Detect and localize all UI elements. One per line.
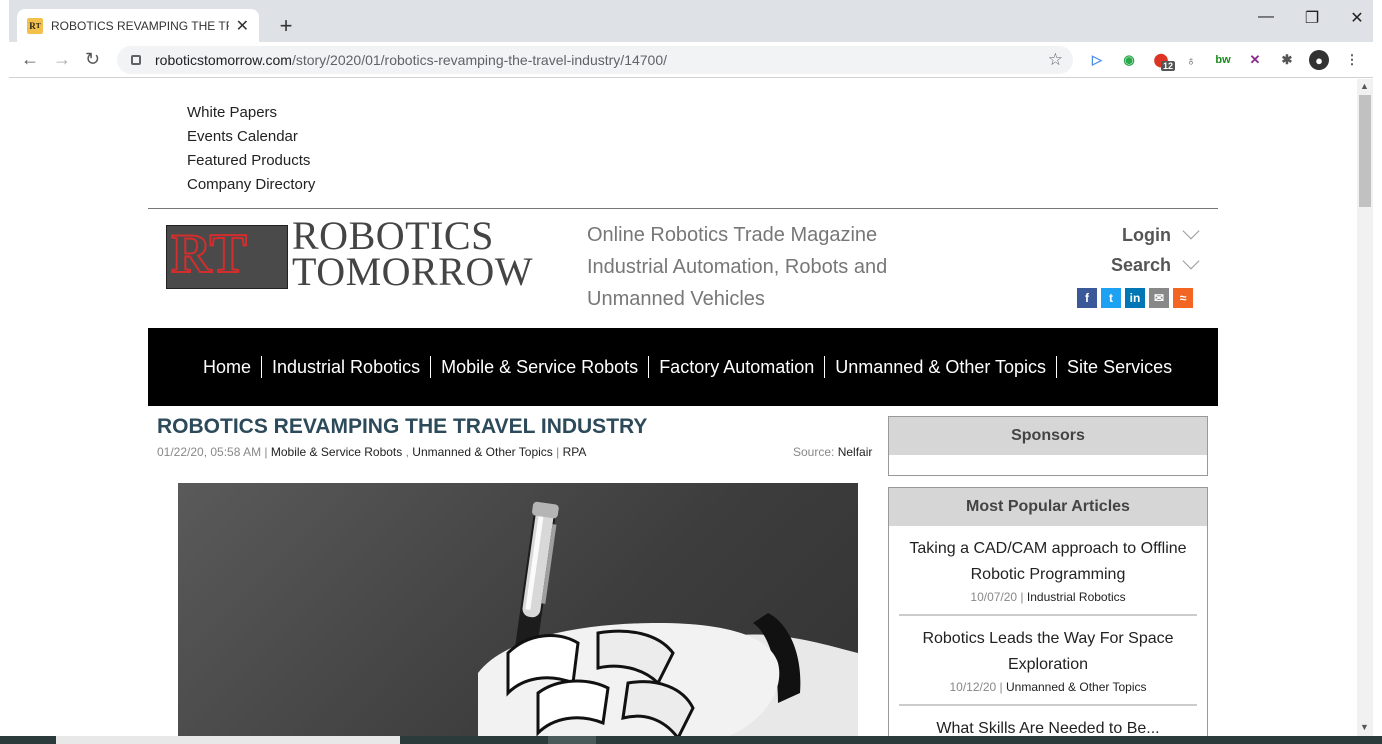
site-logo[interactable]: RT ROBOTICS TOMORROW xyxy=(166,216,558,294)
play-extension-icon[interactable]: ▷ xyxy=(1087,50,1107,70)
chevron-down-icon xyxy=(1182,252,1200,270)
os-taskbar xyxy=(0,736,1382,744)
reload-icon[interactable]: ↻ xyxy=(85,49,100,70)
facebook-icon[interactable]: f xyxy=(1077,288,1097,308)
popular-article-title[interactable]: What Skills Are Needed to Be... xyxy=(899,716,1197,736)
link-company-directory[interactable]: Company Directory xyxy=(187,173,315,197)
category-link[interactable]: Mobile & Service Robots xyxy=(271,445,402,459)
bw-extension-icon[interactable]: bw xyxy=(1213,50,1233,70)
article-meta: 01/22/20, 05:58 AM | Mobile & Service Ro… xyxy=(157,445,587,459)
sponsors-widget: Sponsors xyxy=(888,416,1208,476)
article-source: Source: Nelfair xyxy=(793,445,873,459)
login-toggle[interactable]: Login xyxy=(1111,220,1200,250)
popular-article-title[interactable]: Robotics Leads the Way For Space Explora… xyxy=(899,626,1197,678)
header-divider xyxy=(148,208,1218,209)
browser-tab[interactable]: RT ROBOTICS REVAMPING THE TRA ✕ xyxy=(17,9,259,42)
page-viewport: White Papers Events Calendar Featured Pr… xyxy=(9,79,1357,736)
sponsors-heading: Sponsors xyxy=(889,417,1207,455)
popular-article-meta: 10/07/20 | Industrial Robotics xyxy=(970,590,1126,604)
x-extension-icon[interactable]: ✕ xyxy=(1245,50,1265,70)
puzzle-extensions-icon[interactable]: ✱ xyxy=(1277,50,1297,70)
lock-icon xyxy=(131,55,141,65)
nav-industrial-robotics[interactable]: Industrial Robotics xyxy=(261,356,430,378)
profile-avatar[interactable]: ● xyxy=(1309,50,1329,70)
source-link[interactable]: Nelfair xyxy=(838,445,873,459)
nav-home[interactable]: Home xyxy=(193,356,261,378)
robot-hand-pen-illustration xyxy=(478,501,858,736)
forward-icon[interactable]: → xyxy=(53,49,71,70)
record-extension-icon[interactable]: ◉ xyxy=(1119,50,1139,70)
popular-article-title[interactable]: Taking a CAD/CAM approach to Offline Rob… xyxy=(899,536,1197,588)
twitter-icon[interactable]: t xyxy=(1101,288,1121,308)
tab-strip: RT ROBOTICS REVAMPING THE TRA ✕ + — ❐ ✕ xyxy=(0,0,1382,42)
category-link[interactable]: Unmanned & Other Topics xyxy=(1006,680,1147,694)
sponsors-body xyxy=(889,455,1207,475)
bottle-extension-icon[interactable]: ♁ xyxy=(1181,50,1201,70)
link-white-papers[interactable]: White Papers xyxy=(187,101,315,125)
list-item[interactable]: Taking a CAD/CAM approach to Offline Rob… xyxy=(899,526,1197,616)
page-scrollbar[interactable]: ▲ ▼ xyxy=(1357,79,1373,736)
tab-close-icon[interactable]: ✕ xyxy=(236,16,249,36)
site-tagline: Online Robotics Trade Magazine Industria… xyxy=(587,224,888,310)
bookmark-star-icon[interactable]: ☆ xyxy=(1048,50,1063,70)
category-link[interactable]: RPA xyxy=(563,445,587,459)
linkedin-icon[interactable]: in xyxy=(1125,288,1145,308)
taskbar-app[interactable] xyxy=(56,736,400,744)
chevron-down-icon xyxy=(1182,222,1200,240)
link-events-calendar[interactable]: Events Calendar xyxy=(187,125,315,149)
utility-links: White Papers Events Calendar Featured Pr… xyxy=(187,101,315,197)
new-tab-button[interactable]: + xyxy=(271,11,301,41)
popular-heading: Most Popular Articles xyxy=(889,488,1207,526)
scroll-down-icon[interactable]: ▼ xyxy=(1360,722,1369,732)
main-navigation: Home Industrial Robotics Mobile & Servic… xyxy=(148,328,1218,406)
popular-article-meta: 10/12/20 | Unmanned & Other Topics xyxy=(949,680,1147,694)
rss-icon[interactable]: ≈ xyxy=(1173,288,1193,308)
menu-kebab-icon[interactable]: ⋮ xyxy=(1342,50,1362,70)
scrollbar-thumb[interactable] xyxy=(1359,95,1371,207)
category-link[interactable]: Industrial Robotics xyxy=(1027,590,1126,604)
browser-toolbar: ← → ↻ roboticstomorrow.com/story/2020/01… xyxy=(9,42,1373,78)
logo-mark-icon: RT xyxy=(166,222,288,289)
window-close-button[interactable]: ✕ xyxy=(1337,8,1377,28)
scroll-up-icon[interactable]: ▲ xyxy=(1360,81,1369,91)
minimize-button[interactable]: — xyxy=(1246,8,1286,26)
nav-factory-automation[interactable]: Factory Automation xyxy=(648,356,824,378)
restore-button[interactable]: ❐ xyxy=(1292,8,1332,28)
tab-title: ROBOTICS REVAMPING THE TRA xyxy=(51,18,229,33)
article-hero-image xyxy=(178,483,858,736)
taskbar-app[interactable] xyxy=(548,736,596,744)
nav-mobile-service-robots[interactable]: Mobile & Service Robots xyxy=(430,356,648,378)
site-favicon-icon: RT xyxy=(27,17,43,34)
back-icon[interactable]: ← xyxy=(21,49,39,70)
adblock-extension-icon[interactable]: ⬤ 12 xyxy=(1151,50,1176,71)
search-toggle[interactable]: Search xyxy=(1111,250,1200,280)
list-item[interactable]: Robotics Leads the Way For Space Explora… xyxy=(899,616,1197,706)
article-title: ROBOTICS REVAMPING THE TRAVEL INDUSTRY xyxy=(157,415,648,438)
email-icon[interactable]: ✉ xyxy=(1149,288,1169,308)
nav-site-services[interactable]: Site Services xyxy=(1056,356,1182,378)
link-featured-products[interactable]: Featured Products xyxy=(187,149,315,173)
popular-articles-widget: Most Popular Articles Taking a CAD/CAM a… xyxy=(888,487,1208,736)
logo-text: ROBOTICS TOMORROW xyxy=(292,213,534,294)
category-link[interactable]: Unmanned & Other Topics xyxy=(412,445,553,459)
social-links: f t in ✉ ≈ xyxy=(1077,288,1193,308)
list-item[interactable]: What Skills Are Needed to Be... xyxy=(899,706,1197,736)
article-date: 01/22/20, 05:58 AM | xyxy=(157,445,271,459)
account-menu: Login Search xyxy=(1111,220,1200,280)
address-bar[interactable]: roboticstomorrow.com/story/2020/01/robot… xyxy=(117,46,1073,74)
url-text: roboticstomorrow.com/story/2020/01/robot… xyxy=(155,52,668,68)
nav-unmanned-other-topics[interactable]: Unmanned & Other Topics xyxy=(824,356,1056,378)
